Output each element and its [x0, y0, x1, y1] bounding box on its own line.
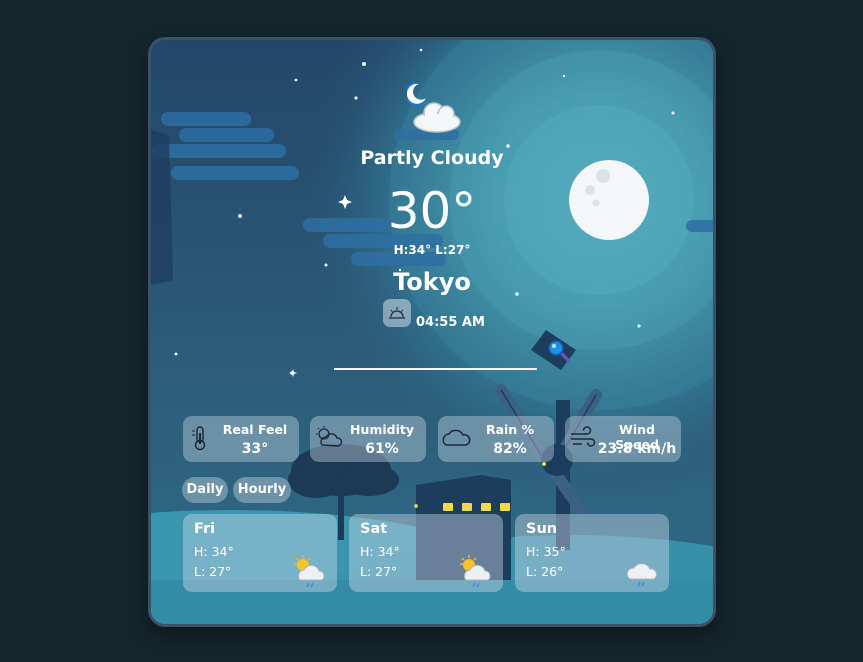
sunrise-time: 04:55 AM — [416, 315, 485, 330]
search-icon[interactable] — [547, 339, 571, 363]
stat-value: 61% — [365, 441, 399, 457]
forecast-day: Fri — [194, 521, 216, 537]
forecast-card-fri[interactable]: Fri H: 34° L: 27° — [183, 514, 337, 592]
forecast-low: L: 27° — [360, 564, 398, 579]
current-temperature: 30° — [387, 182, 477, 240]
stat-real-feel: Real Feel 33° — [183, 416, 299, 462]
stat-value: 33° — [241, 441, 269, 457]
weather-condition: Partly Cloudy — [360, 147, 504, 169]
forecast-high: H: 34° — [360, 544, 400, 559]
stat-label: Real Feel — [222, 422, 288, 437]
stat-value: 82% — [493, 441, 527, 457]
sunrise-icon — [389, 307, 405, 319]
stat-label: Rain % — [485, 422, 535, 437]
high-low-temperature: H:34° L:27° — [393, 243, 471, 257]
stat-value: 23.8 km/h — [597, 441, 677, 457]
forecast-card-sun[interactable]: Sun H: 35° L: 26° — [515, 514, 669, 592]
stat-wind-speed: Wind Speed 23.8 km/h — [565, 416, 681, 462]
tab-daily[interactable]: Daily — [182, 477, 228, 503]
cloud-rain-icon — [626, 563, 657, 587]
sun-cloud-rain-icon — [294, 555, 325, 588]
cloud-icon — [442, 429, 471, 446]
night-partly-cloudy-icon — [407, 81, 461, 133]
thermometer-icon — [192, 426, 206, 451]
forecast-card-sat[interactable]: Sat H: 34° L: 27° — [349, 514, 503, 592]
sun-cloud-rain-icon — [460, 555, 491, 588]
sunrise-button[interactable] — [383, 299, 411, 327]
forecast-day: Sat — [360, 521, 388, 537]
forecast-high: H: 35° — [526, 544, 566, 559]
tab-hourly[interactable]: Hourly — [233, 477, 291, 503]
forecast-high: H: 34° — [194, 544, 234, 559]
city-name: Tokyo — [393, 268, 471, 296]
forecast-day: Sun — [526, 521, 558, 537]
time-slider-track[interactable] — [334, 368, 537, 370]
stat-rain: Rain % 82% — [438, 416, 554, 462]
weather-card: Partly Cloudy 30° H:34° L:27° Tokyo 04:5… — [151, 40, 713, 624]
stat-label: Humidity — [349, 422, 415, 437]
partly-cloudy-icon — [316, 426, 343, 447]
stat-humidity: Humidity 61% — [310, 416, 426, 462]
forecast-low: L: 27° — [194, 564, 232, 579]
wind-icon — [571, 426, 596, 447]
forecast-low: L: 26° — [526, 564, 564, 579]
